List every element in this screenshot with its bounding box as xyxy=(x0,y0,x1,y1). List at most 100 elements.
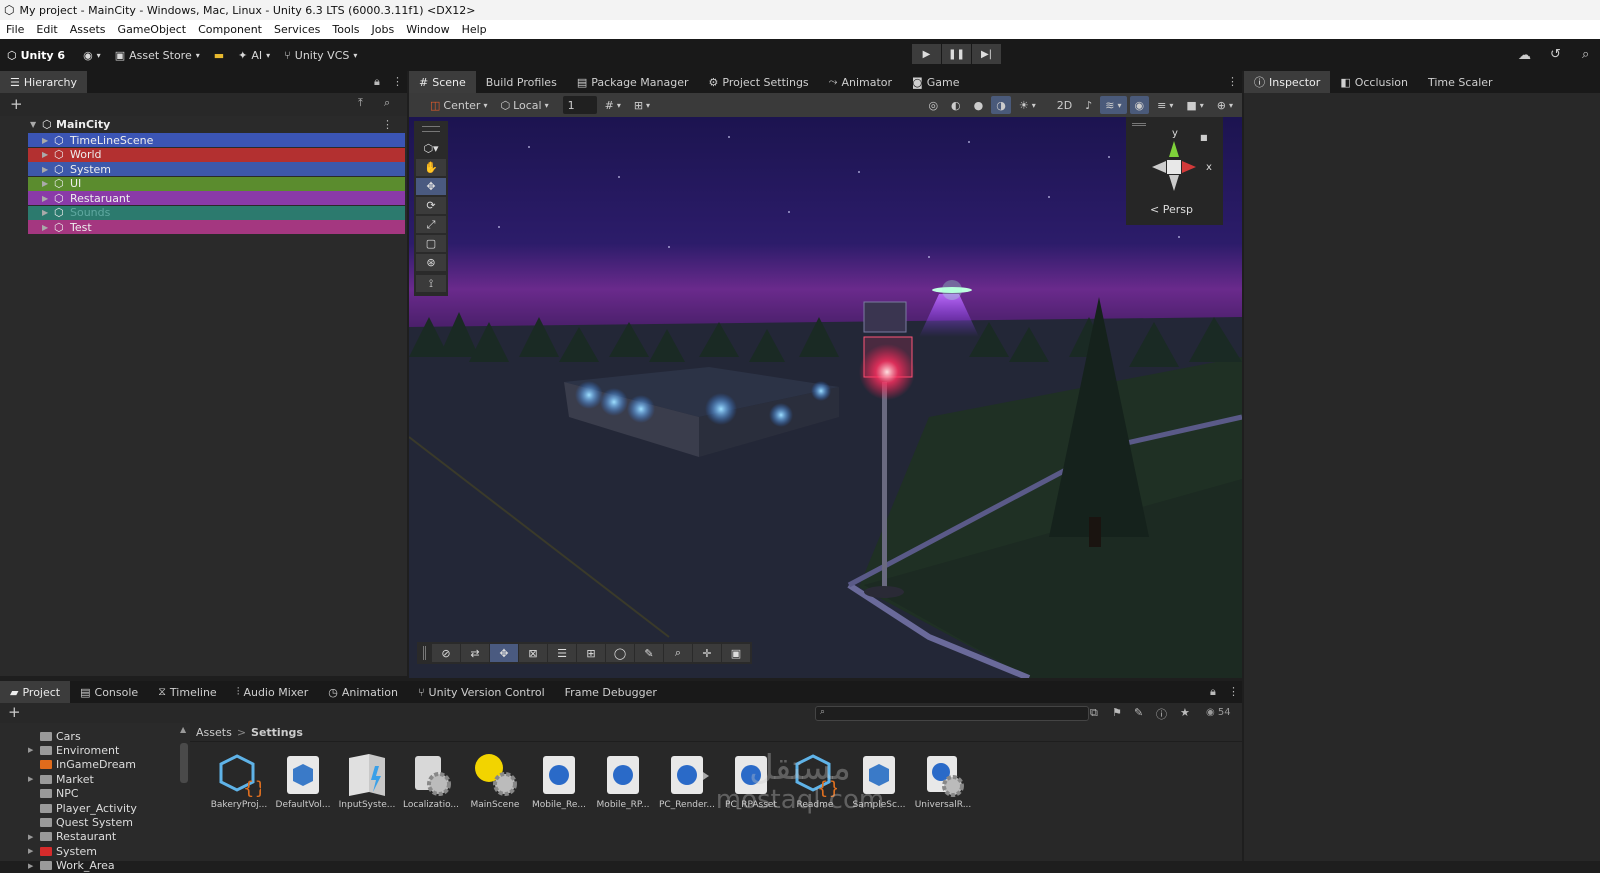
add-icon[interactable]: + xyxy=(8,703,21,721)
layers-dropdown[interactable]: ≡ ▾ xyxy=(1152,96,1179,114)
menu-services[interactable]: Services xyxy=(268,23,326,36)
shading-lit-button[interactable]: ◑ xyxy=(991,96,1011,114)
perspective-toggle[interactable]: < Persp xyxy=(1150,203,1193,216)
folder-item[interactable]: Cars xyxy=(28,729,81,743)
align-tool[interactable]: ⊠ xyxy=(519,644,547,662)
folder-item[interactable]: ▶ System xyxy=(28,844,97,858)
sliders-tool[interactable]: ☰ xyxy=(548,644,576,662)
collapse-icon[interactable]: ⤒ xyxy=(358,96,363,110)
info-icon[interactable]: ⓘ xyxy=(1156,706,1167,722)
move-tool[interactable]: ✥ xyxy=(416,178,446,195)
vcs-button[interactable]: ⑂ Unity VCS ▾ xyxy=(277,44,364,66)
tab-occlusion[interactable]: ◧ Occlusion xyxy=(1330,71,1418,93)
project-search-input[interactable]: ⌕ xyxy=(815,706,1089,721)
expand-arrow-icon[interactable]: ▶ xyxy=(42,150,54,159)
tab-console[interactable]: ▤ Console xyxy=(70,681,148,703)
shuffle-tool[interactable]: ⇄ xyxy=(461,644,489,662)
asset-tile[interactable]: DefaultVol... xyxy=(270,752,336,810)
search-by-type-icon[interactable]: ⧉ xyxy=(1090,706,1098,720)
space-dropdown[interactable]: ⬡ Local ▾ xyxy=(495,96,554,114)
hierarchy-item[interactable]: ▶ ⬡ World xyxy=(28,147,405,162)
tab-frame-debugger[interactable]: Frame Debugger xyxy=(555,681,667,703)
expand-arrow-icon[interactable]: ▶ xyxy=(42,208,54,217)
folder-item[interactable]: ▶ Market xyxy=(28,772,94,786)
expand-arrow-icon[interactable]: ▶ xyxy=(42,165,54,174)
hierarchy-item[interactable]: ▶ ⬡ TimeLineScene xyxy=(28,133,405,147)
paint-tool[interactable]: ✎ xyxy=(635,644,663,662)
tab-project-settings[interactable]: ⚙ Project Settings xyxy=(699,71,819,93)
shading-unlit-button[interactable]: ● xyxy=(968,96,989,114)
shading-wireframe-button[interactable]: ◎ xyxy=(923,96,944,114)
menu-window[interactable]: Window xyxy=(400,23,455,36)
folder-item[interactable]: ▶ Restaurant xyxy=(28,830,116,844)
visibility-toggle[interactable]: ◉ xyxy=(1129,96,1150,114)
gizmos-dropdown[interactable]: ⊕ ▾ xyxy=(1211,96,1238,114)
expand-arrow-icon[interactable]: ▶ xyxy=(42,223,54,232)
scene-viewport[interactable]: ⬡▾ ✋ ✥ ⟳ ⤢ ▢ ⊛ ⟟ y ■ x < Persp ⊘ ⇄ ✥ ⊠ ☰… xyxy=(409,117,1242,678)
expand-arrow-icon[interactable]: ▶ xyxy=(28,847,36,855)
menu-jobs[interactable]: Jobs xyxy=(366,23,401,36)
asset-store-button[interactable]: ▣ Asset Store ▾ xyxy=(108,44,207,66)
breadcrumb-settings[interactable]: Settings xyxy=(251,726,303,739)
lighting-dropdown[interactable]: ☀ ▾ xyxy=(1013,96,1041,114)
pivot-dropdown[interactable]: ◫ Center ▾ xyxy=(425,96,493,114)
search-icon[interactable]: ⌕ xyxy=(1582,47,1589,62)
asset-tile[interactable]: Localizatio... xyxy=(398,752,464,810)
custom-tool[interactable]: ⟟ xyxy=(416,275,446,292)
menu-file[interactable]: File xyxy=(0,23,30,36)
tab-inspector[interactable]: ⓘ Inspector xyxy=(1244,71,1331,93)
step-button[interactable]: ▶| xyxy=(972,44,1001,64)
breadcrumb-assets[interactable]: Assets xyxy=(196,726,232,739)
more-icon[interactable]: ⋮ xyxy=(392,75,403,88)
folder-item[interactable]: ▶ Enviroment xyxy=(28,743,119,757)
scene-root[interactable]: ▼ ⬡ MainCity ⋮ xyxy=(28,117,405,131)
asset-tile[interactable]: MainScene xyxy=(462,752,528,810)
hand-tool[interactable]: ✋ xyxy=(416,159,446,176)
rect-tool[interactable]: ▢ xyxy=(416,235,446,252)
menu-edit[interactable]: Edit xyxy=(30,23,63,36)
folder-item[interactable]: Player_Activity xyxy=(28,801,137,815)
drag-handle[interactable] xyxy=(422,126,440,132)
hierarchy-item[interactable]: ▶ ⬡ UI xyxy=(28,176,405,191)
folder-item[interactable]: InGameDream xyxy=(28,758,136,772)
folder-item[interactable]: Quest System xyxy=(28,815,133,829)
expand-arrow-icon[interactable]: ▶ xyxy=(28,775,36,783)
tab-timeline[interactable]: ⧖ Timeline xyxy=(148,681,227,703)
menu-help[interactable]: Help xyxy=(456,23,493,36)
shading-shaded-wire-button[interactable]: ◐ xyxy=(946,96,966,114)
hierarchy-item[interactable]: ▶ ⬡ Test xyxy=(28,220,405,234)
transform-tool[interactable]: ⊛ xyxy=(416,254,446,271)
expand-arrow-icon[interactable]: ▶ xyxy=(28,862,36,870)
expand-arrow-icon[interactable]: ▶ xyxy=(42,179,54,188)
asset-tile[interactable]: Mobile_Re... xyxy=(526,752,592,810)
asset-tile[interactable]: UniversalR... xyxy=(910,752,976,810)
tab-project[interactable]: ▰ Project xyxy=(0,681,71,703)
drag-handle[interactable] xyxy=(423,646,426,660)
move-overlay-tool[interactable]: ✥ xyxy=(490,644,518,662)
favorite-icon[interactable]: ★ xyxy=(1180,706,1190,719)
tab-package-manager[interactable]: ▤ Package Manager xyxy=(567,71,699,93)
ai-button[interactable]: ✦ AI ▾ xyxy=(231,44,277,66)
drag-handle[interactable] xyxy=(1132,123,1146,126)
asset-tile[interactable]: {} BakeryProj... xyxy=(206,752,272,810)
menu-assets[interactable]: Assets xyxy=(64,23,112,36)
menu-component[interactable]: Component xyxy=(192,23,268,36)
effects-dropdown[interactable]: ≋ ▾ xyxy=(1100,96,1127,114)
grid-overlay-tool[interactable]: ⊞ xyxy=(577,644,605,662)
hierarchy-item[interactable]: ▶ ⬡ Restaruant xyxy=(28,191,405,205)
tab-animation[interactable]: ◷ Animation xyxy=(318,681,408,703)
orientation-gizmo[interactable]: y ■ x < Persp xyxy=(1126,117,1223,225)
folder-item[interactable]: NPC xyxy=(28,787,79,801)
expand-arrow-icon[interactable]: ▶ xyxy=(28,746,36,754)
asset-tile[interactable]: Mobile_RP... xyxy=(590,752,656,810)
history-icon[interactable]: ↺ xyxy=(1550,47,1561,62)
tab-scene[interactable]: # Scene xyxy=(409,71,476,93)
expand-arrow-icon[interactable]: ▼ xyxy=(30,120,42,129)
more-icon[interactable]: ⋮ xyxy=(1227,75,1238,88)
cube-mode-button[interactable]: ⬡▾ xyxy=(416,140,446,157)
search-by-label-icon[interactable]: ⚑ xyxy=(1112,706,1122,719)
collab-dropdown[interactable]: ◉ ▾ xyxy=(76,44,108,66)
scroll-up-icon[interactable]: ▲ xyxy=(180,725,186,734)
tab-game[interactable]: ◙ Game xyxy=(902,71,969,93)
tag-icon[interactable]: ✎ xyxy=(1134,706,1143,719)
